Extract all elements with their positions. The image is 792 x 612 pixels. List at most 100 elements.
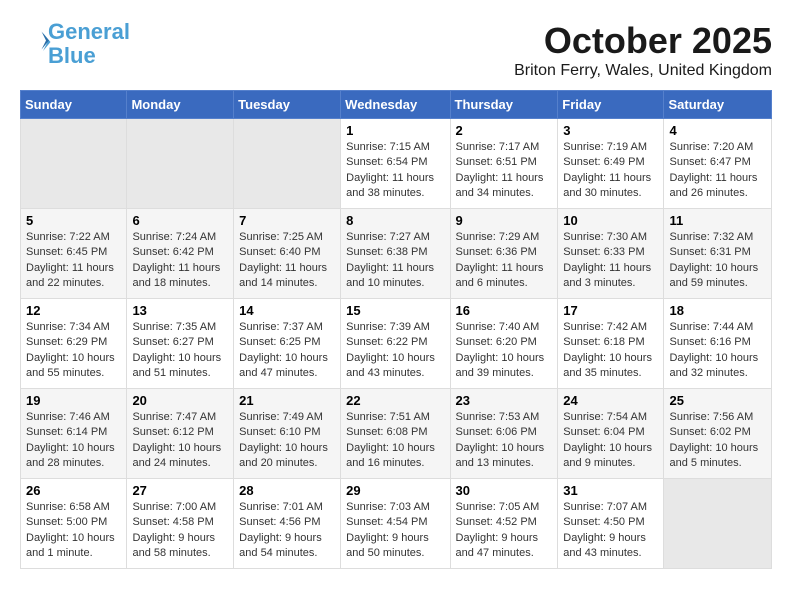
- header-tuesday: Tuesday: [234, 91, 341, 119]
- month-title: October 2025: [514, 20, 772, 62]
- day-number: 15: [346, 303, 444, 318]
- day-number: 11: [669, 213, 766, 228]
- logo-text: General Blue: [48, 20, 130, 68]
- calendar-cell: 13Sunrise: 7:35 AM Sunset: 6:27 PM Dayli…: [127, 299, 234, 389]
- week-row-5: 26 Sunrise: 6:58 AM Sunset: 5:00 PM Dayli…: [21, 479, 772, 569]
- calendar-cell: 16Sunrise: 7:40 AM Sunset: 6:20 PM Dayli…: [450, 299, 558, 389]
- day-number: 1: [346, 123, 444, 138]
- day-info: Sunrise: 7:20 AM Sunset: 6:47 PM Dayligh…: [669, 140, 766, 202]
- day-info: Sunrise: 6:58 AM Sunset: 5:00 PM Dayligh…: [26, 500, 121, 562]
- day-number: 24: [563, 393, 658, 408]
- header-monday: Monday: [127, 91, 234, 119]
- calendar-cell: 21 Sunrise: 7:49 AM Sunset: 6:10 PM Dayli…: [234, 389, 341, 479]
- day-number: 20: [132, 393, 228, 408]
- calendar-cell: [127, 119, 234, 209]
- day-number: 17: [563, 303, 658, 318]
- day-info: Sunrise: 7:17 AM Sunset: 6:51 PM Dayligh…: [456, 140, 553, 202]
- calendar-cell: 1 Sunrise: 7:15 AM Sunset: 6:54 PM Daylig…: [341, 119, 450, 209]
- calendar-cell: 22 Sunrise: 7:51 AM Sunset: 6:08 PM Dayli…: [341, 389, 450, 479]
- day-number: 21: [239, 393, 335, 408]
- day-info: Sunrise: 7:05 AM Sunset: 4:52 PM Dayligh…: [456, 500, 553, 562]
- week-row-1: 1 Sunrise: 7:15 AM Sunset: 6:54 PM Daylig…: [21, 119, 772, 209]
- day-info: Sunrise: 7:49 AM Sunset: 6:10 PM Dayligh…: [239, 410, 335, 472]
- header-wednesday: Wednesday: [341, 91, 450, 119]
- day-number: 30: [456, 483, 553, 498]
- header-friday: Friday: [558, 91, 664, 119]
- header-row: SundayMondayTuesdayWednesdayThursdayFrid…: [21, 91, 772, 119]
- calendar-cell: 24 Sunrise: 7:54 AM Sunset: 6:04 PM Dayli…: [558, 389, 664, 479]
- day-info: Sunrise: 7:03 AM Sunset: 4:54 PM Dayligh…: [346, 500, 444, 562]
- day-number: 7: [239, 213, 335, 228]
- day-info: Sunrise: 7:00 AM Sunset: 4:58 PM Dayligh…: [132, 500, 228, 562]
- day-number: 26: [26, 483, 121, 498]
- day-info: Sunrise: 7:35 AM Sunset: 6:27 PM Dayligh…: [132, 320, 228, 382]
- calendar-cell: 10Sunrise: 7:30 AM Sunset: 6:33 PM Dayli…: [558, 209, 664, 299]
- day-number: 28: [239, 483, 335, 498]
- calendar-cell: 28 Sunrise: 7:01 AM Sunset: 4:56 PM Dayli…: [234, 479, 341, 569]
- day-info: Sunrise: 7:15 AM Sunset: 6:54 PM Dayligh…: [346, 140, 444, 202]
- header-thursday: Thursday: [450, 91, 558, 119]
- day-number: 25: [669, 393, 766, 408]
- day-info: Sunrise: 7:19 AM Sunset: 6:49 PM Dayligh…: [563, 140, 658, 202]
- logo: General Blue: [20, 20, 130, 68]
- day-info: Sunrise: 7:51 AM Sunset: 6:08 PM Dayligh…: [346, 410, 444, 472]
- day-info: Sunrise: 7:44 AM Sunset: 6:16 PM Dayligh…: [669, 320, 766, 382]
- week-row-2: 5 Sunrise: 7:22 AM Sunset: 6:45 PM Daylig…: [21, 209, 772, 299]
- week-row-4: 19Sunrise: 7:46 AM Sunset: 6:14 PM Dayli…: [21, 389, 772, 479]
- day-number: 27: [132, 483, 228, 498]
- day-info: Sunrise: 7:42 AM Sunset: 6:18 PM Dayligh…: [563, 320, 658, 382]
- day-info: Sunrise: 7:24 AM Sunset: 6:42 PM Dayligh…: [132, 230, 228, 292]
- calendar-cell: 29 Sunrise: 7:03 AM Sunset: 4:54 PM Dayli…: [341, 479, 450, 569]
- calendar-cell: 31 Sunrise: 7:07 AM Sunset: 4:50 PM Dayli…: [558, 479, 664, 569]
- day-number: 12: [26, 303, 121, 318]
- day-info: Sunrise: 7:01 AM Sunset: 4:56 PM Dayligh…: [239, 500, 335, 562]
- week-row-3: 12 Sunrise: 7:34 AM Sunset: 6:29 PM Dayli…: [21, 299, 772, 389]
- day-number: 19: [26, 393, 121, 408]
- day-info: Sunrise: 7:32 AM Sunset: 6:31 PM Dayligh…: [669, 230, 766, 292]
- calendar-cell: 17 Sunrise: 7:42 AM Sunset: 6:18 PM Dayli…: [558, 299, 664, 389]
- calendar-cell: 3Sunrise: 7:19 AM Sunset: 6:49 PM Daylig…: [558, 119, 664, 209]
- calendar-cell: 6 Sunrise: 7:24 AM Sunset: 6:42 PM Daylig…: [127, 209, 234, 299]
- day-info: Sunrise: 7:27 AM Sunset: 6:38 PM Dayligh…: [346, 230, 444, 292]
- day-info: Sunrise: 7:40 AM Sunset: 6:20 PM Dayligh…: [456, 320, 553, 382]
- day-number: 14: [239, 303, 335, 318]
- calendar-cell: 23 Sunrise: 7:53 AM Sunset: 6:06 PM Dayli…: [450, 389, 558, 479]
- calendar-cell: [664, 479, 772, 569]
- calendar-cell: [234, 119, 341, 209]
- day-number: 9: [456, 213, 553, 228]
- day-info: Sunrise: 7:53 AM Sunset: 6:06 PM Dayligh…: [456, 410, 553, 472]
- day-info: Sunrise: 7:22 AM Sunset: 6:45 PM Dayligh…: [26, 230, 121, 292]
- header-sunday: Sunday: [21, 91, 127, 119]
- calendar-cell: 9 Sunrise: 7:29 AM Sunset: 6:36 PM Daylig…: [450, 209, 558, 299]
- day-number: 5: [26, 213, 121, 228]
- calendar-cell: 30 Sunrise: 7:05 AM Sunset: 4:52 PM Dayli…: [450, 479, 558, 569]
- header-saturday: Saturday: [664, 91, 772, 119]
- day-info: Sunrise: 7:34 AM Sunset: 6:29 PM Dayligh…: [26, 320, 121, 382]
- calendar-cell: 15Sunrise: 7:39 AM Sunset: 6:22 PM Dayli…: [341, 299, 450, 389]
- day-number: 22: [346, 393, 444, 408]
- calendar-cell: 2Sunrise: 7:17 AM Sunset: 6:51 PM Daylig…: [450, 119, 558, 209]
- calendar-cell: 27 Sunrise: 7:00 AM Sunset: 4:58 PM Dayli…: [127, 479, 234, 569]
- location: Briton Ferry, Wales, United Kingdom: [514, 62, 772, 80]
- day-number: 6: [132, 213, 228, 228]
- calendar-cell: 14 Sunrise: 7:37 AM Sunset: 6:25 PM Dayli…: [234, 299, 341, 389]
- day-info: Sunrise: 7:37 AM Sunset: 6:25 PM Dayligh…: [239, 320, 335, 382]
- day-info: Sunrise: 7:25 AM Sunset: 6:40 PM Dayligh…: [239, 230, 335, 292]
- title-block: October 2025 Briton Ferry, Wales, United…: [514, 20, 772, 80]
- day-number: 23: [456, 393, 553, 408]
- day-number: 10: [563, 213, 658, 228]
- day-number: 8: [346, 213, 444, 228]
- day-number: 29: [346, 483, 444, 498]
- day-info: Sunrise: 7:47 AM Sunset: 6:12 PM Dayligh…: [132, 410, 228, 472]
- day-info: Sunrise: 7:29 AM Sunset: 6:36 PM Dayligh…: [456, 230, 553, 292]
- calendar-cell: 7 Sunrise: 7:25 AM Sunset: 6:40 PM Daylig…: [234, 209, 341, 299]
- page-header: General Blue October 2025 Briton Ferry, …: [20, 20, 772, 80]
- day-info: Sunrise: 7:54 AM Sunset: 6:04 PM Dayligh…: [563, 410, 658, 472]
- calendar-cell: 11 Sunrise: 7:32 AM Sunset: 6:31 PM Dayli…: [664, 209, 772, 299]
- day-info: Sunrise: 7:07 AM Sunset: 4:50 PM Dayligh…: [563, 500, 658, 562]
- day-number: 31: [563, 483, 658, 498]
- calendar-cell: 20 Sunrise: 7:47 AM Sunset: 6:12 PM Dayli…: [127, 389, 234, 479]
- day-number: 18: [669, 303, 766, 318]
- calendar-cell: 19Sunrise: 7:46 AM Sunset: 6:14 PM Dayli…: [21, 389, 127, 479]
- day-number: 4: [669, 123, 766, 138]
